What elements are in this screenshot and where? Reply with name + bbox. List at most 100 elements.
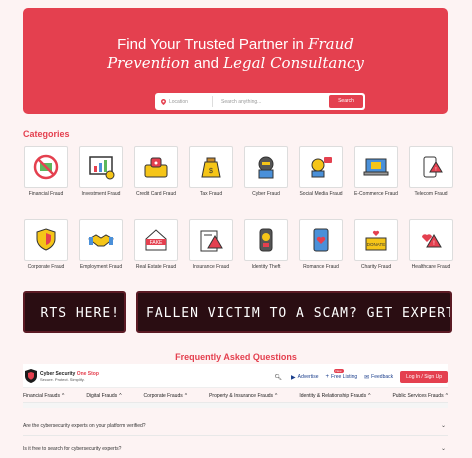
brand-tagline: Secure. Protect. Simplify. — [40, 376, 85, 382]
faq-item[interactable]: Are the cybersecurity experts on your pl… — [23, 416, 448, 436]
search-input[interactable]: Search anything... — [213, 99, 329, 105]
category-label: Healthcare Fraud — [411, 264, 451, 270]
hero-title-and: and — [189, 55, 224, 72]
phone-alert-icon: ! — [423, 156, 443, 178]
category-tile[interactable]: Corporate Fraud — [23, 219, 69, 271]
category-tile[interactable]: FAKE Real Estate Fraud — [133, 219, 179, 271]
category-label: Corporate Fraud — [27, 264, 65, 270]
category-tile[interactable]: Credit Card Fraud — [133, 146, 179, 198]
category-label: Cyber Fraud — [252, 191, 280, 197]
free-listing-link[interactable]: New + Free Listing — [325, 369, 358, 380]
brand-accent: One Stop — [76, 370, 99, 377]
login-button[interactable]: Log In / Sign Up — [400, 371, 448, 383]
category-tile[interactable]: ! Healthcare Fraud — [408, 219, 454, 271]
category-tile[interactable]: Investment Fraud — [78, 146, 124, 198]
category-icon-box — [24, 219, 68, 261]
menu-item[interactable]: Public Services Frauds ^ — [392, 390, 448, 402]
category-tile[interactable]: E-Commerce Fraud — [353, 146, 399, 198]
category-tile[interactable]: Romance Fraud — [298, 219, 344, 271]
svg-text:$: $ — [209, 168, 213, 175]
search-button[interactable]: Search — [329, 95, 363, 108]
menu-item[interactable]: Corporate Frauds ^ — [144, 390, 188, 402]
chevron-up-icon: ^ — [61, 393, 65, 399]
hacker-icon — [258, 156, 274, 179]
category-icon-box — [244, 219, 288, 261]
faq-item[interactable]: Is it free to search for cybersecurity e… — [23, 439, 448, 458]
category-tile[interactable]: ! Telecom Fraud — [408, 146, 454, 198]
menu-item-label: Corporate Frauds — [143, 393, 183, 399]
location-pin-icon — [161, 98, 166, 105]
category-label: Investment Fraud — [81, 191, 121, 197]
category-tile[interactable]: $ Tax Fraud — [188, 146, 234, 198]
category-tile[interactable]: Cyber Fraud — [243, 146, 289, 198]
category-label: Telecom Fraud — [414, 191, 448, 197]
category-tile[interactable]: Identity Theft — [243, 219, 289, 271]
site-logo[interactable]: Cyber Security One Stop Secure. Protect.… — [25, 369, 99, 383]
category-tile[interactable]: DONATE Charity Fraud — [353, 219, 399, 271]
category-icon-box: DONATE — [354, 219, 398, 261]
category-icon-box — [24, 146, 68, 188]
category-tile[interactable]: Financial Fraud — [23, 146, 69, 198]
menu-item[interactable]: Property & Insurance Frauds ^ — [209, 390, 277, 402]
hero-title-script-prevention: Prevention — [107, 54, 190, 72]
menu-item[interactable]: Financial Frauds ^ — [23, 390, 64, 402]
menu-item-label: Property & Insurance Frauds — [209, 393, 274, 399]
category-label: Credit Card Fraud — [135, 191, 176, 197]
search-toggle[interactable]: 🔍︎ — [274, 374, 284, 381]
category-label: Charity Fraud — [360, 264, 392, 270]
advertise-link[interactable]: ▶ Advertise — [291, 374, 318, 381]
promo-banner-right[interactable]: FALLEN VICTIM TO A SCAM? GET EXPERT HELP — [136, 291, 452, 333]
free-listing-label: Free Listing — [331, 374, 358, 380]
site-header: Cyber Security One Stop Secure. Protect.… — [23, 364, 448, 388]
category-label: Social Media Fraud — [299, 191, 343, 197]
category-icon-box — [79, 219, 123, 261]
promo-banner-left[interactable]: RTS HERE! — [23, 291, 126, 333]
location-input[interactable]: Location — [155, 96, 213, 107]
laptop-store-icon — [363, 158, 389, 176]
category-tile[interactable]: Employment Fraud — [78, 219, 124, 271]
donate-box-icon: DONATE — [365, 230, 387, 251]
category-tile[interactable]: Social Media Fraud — [298, 146, 344, 198]
category-label: Employment Fraud — [79, 264, 123, 270]
header-actions: 🔍︎ ▶ Advertise New + Free Listing ✉︎ Feedbac… — [267, 369, 448, 383]
category-label: Tax Fraud — [199, 191, 223, 197]
hero-title-script-legal: Legal Consultancy — [223, 54, 364, 72]
feedback-link[interactable]: ✉︎ Feedback — [364, 374, 393, 381]
faq-heading: Frequently Asked Questions — [175, 352, 297, 362]
credit-card-lock-icon — [144, 157, 168, 178]
chevron-down-icon: ⌄ — [440, 446, 446, 452]
category-icon-box: $ — [189, 146, 233, 188]
category-icon-box: ! — [409, 219, 453, 261]
faq-question: Is it free to search for cybersecurity e… — [23, 445, 122, 452]
menu-item[interactable]: Identity & Relationship Frauds ^ — [299, 390, 370, 402]
advertise-label: Advertise — [297, 374, 319, 380]
category-label: Financial Fraud — [28, 191, 64, 197]
hero-title-plain: Find Your Trusted Partner in — [117, 36, 309, 53]
category-label: Romance Fraud — [303, 264, 339, 270]
menu-item-label: Digital Frauds — [86, 393, 118, 399]
megaphone-icon: ▶ — [291, 374, 296, 381]
search-bar: Location Search anything... Search — [155, 93, 365, 110]
fake-house-icon: FAKE — [145, 229, 167, 251]
hero-title: Find Your Trusted Partner in Fraud Preve… — [23, 35, 448, 73]
category-icon-box — [244, 146, 288, 188]
category-menu: Financial Frauds ^ Digital Frauds ^ Corporat… — [23, 390, 448, 402]
faq-question: Are the cybersecurity experts on your pl… — [23, 422, 146, 429]
brand-name: Cyber Security — [40, 370, 76, 377]
category-icon-box — [189, 219, 233, 261]
menu-item[interactable]: Digital Frauds ^ — [86, 390, 121, 402]
svg-text:DONATE: DONATE — [367, 242, 385, 247]
category-tile[interactable]: Insurance Fraud — [188, 219, 234, 271]
hero-banner: Find Your Trusted Partner in Fraud Preve… — [23, 8, 448, 114]
plus-icon: + — [325, 374, 330, 380]
feedback-label: Feedback — [371, 374, 394, 380]
chevron-up-icon: ^ — [275, 393, 278, 399]
insurance-alert-icon — [200, 230, 223, 252]
corporate-shield-icon — [36, 228, 56, 251]
location-placeholder: Location — [169, 98, 188, 105]
hero-title-script: Fraud — [308, 35, 354, 53]
chevron-up-icon: ^ — [119, 393, 122, 399]
category-icon-box — [299, 219, 343, 261]
money-bag-icon: $ — [201, 157, 221, 178]
category-icon-box: ! — [409, 146, 453, 188]
